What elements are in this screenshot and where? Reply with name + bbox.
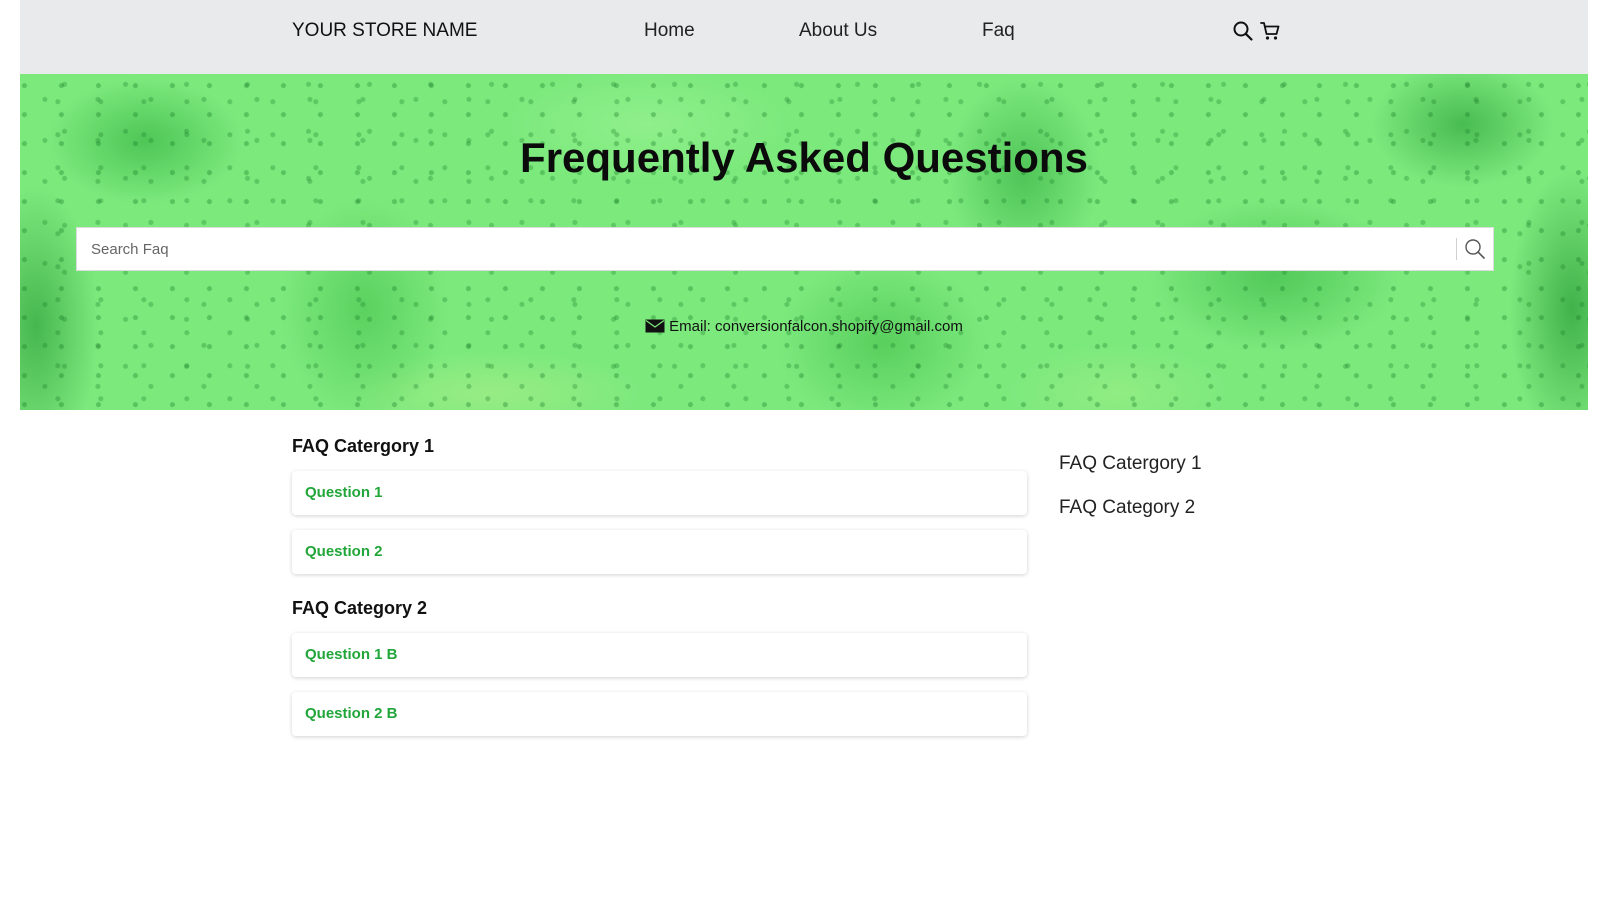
sidebar-category-link[interactable]: FAQ Category 2 [1059, 497, 1195, 519]
nav-home-link[interactable]: Home [644, 20, 695, 42]
page-title: Frequently Asked Questions [520, 134, 1088, 181]
faq-question-item[interactable]: Question 1 [292, 471, 1027, 515]
question-label: Question 1 B [305, 646, 398, 663]
site-header: YOUR STORE NAME Home About Us Faq [20, 0, 1588, 74]
envelope-icon [645, 319, 665, 333]
question-label: Question 2 [305, 543, 383, 560]
faq-question-item[interactable]: Question 2 [292, 530, 1027, 574]
contact-email: Email: conversionfalcon.shopify@gmail.co… [20, 318, 1588, 335]
hero-banner: Frequently Asked Questions Email: conver… [20, 74, 1588, 410]
faq-question-item[interactable]: Question 1 B [292, 633, 1027, 677]
faq-search-button[interactable] [1463, 237, 1487, 261]
nav-about-link[interactable]: About Us [799, 20, 877, 42]
nav-faq-link[interactable]: Faq [982, 20, 1015, 42]
page: YOUR STORE NAME Home About Us Faq Freque… [0, 0, 1600, 900]
search-divider [1456, 238, 1457, 260]
faq-question-item[interactable]: Question 2 B [292, 692, 1027, 736]
faq-search-box [76, 227, 1494, 271]
search-icon[interactable] [1232, 20, 1254, 42]
question-label: Question 1 [305, 484, 383, 501]
question-label: Question 2 B [305, 705, 398, 722]
email-text[interactable]: Email: conversionfalcon.shopify@gmail.co… [669, 318, 963, 335]
magnifier-icon [1465, 239, 1485, 259]
faq-category-heading: FAQ Catergory 1 [292, 436, 435, 456]
faq-search-input[interactable] [77, 228, 1447, 270]
cart-icon[interactable] [1259, 20, 1281, 42]
store-name-link[interactable]: YOUR STORE NAME [292, 20, 477, 42]
faq-category-heading: FAQ Category 2 [292, 598, 428, 618]
sidebar-category-link[interactable]: FAQ Catergory 1 [1059, 453, 1202, 475]
